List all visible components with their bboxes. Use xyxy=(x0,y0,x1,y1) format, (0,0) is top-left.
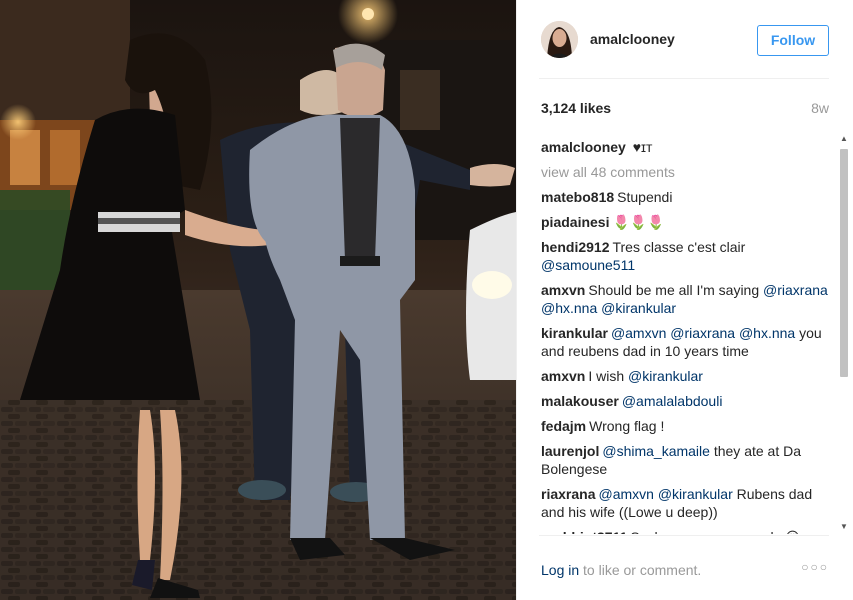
comment-username[interactable]: malakouser xyxy=(541,393,619,409)
comment-mention-link[interactable]: @kirankular xyxy=(601,300,676,316)
comment-row: riaxrana @amxvn @kirankular Rubens dad an… xyxy=(541,485,829,521)
post-header: amalclooney Follow xyxy=(539,0,829,79)
comment-username[interactable]: amxvn xyxy=(541,282,585,298)
comment-username[interactable]: piadainesi xyxy=(541,214,609,230)
comment-row: malakouser @amalalabdouli xyxy=(541,392,829,410)
comment-mention-link[interactable]: @hx.nna xyxy=(541,300,597,316)
post-side-panel: amalclooney Follow 3,124 likes 8w amalcl… xyxy=(516,0,853,600)
comment-text: I wish xyxy=(588,368,629,384)
comment-mention-link[interactable]: @amxvn xyxy=(611,325,666,341)
likes-count[interactable]: 3,124 likes xyxy=(541,100,611,116)
comment-mention-link[interactable]: @riaxrana xyxy=(670,325,735,341)
comments-section[interactable]: amalclooney ♥ɪᴛ view all 48 comments mat… xyxy=(539,129,853,534)
view-all-comments-link[interactable]: view all 48 comments xyxy=(541,163,829,181)
post-footer: Log in to like or comment. ○○○ xyxy=(539,535,829,600)
caption-username[interactable]: amalclooney xyxy=(541,139,626,155)
avatar[interactable] xyxy=(541,21,578,58)
comment-mention-link[interactable]: @amxvn xyxy=(598,486,653,502)
post-photo xyxy=(0,0,516,600)
post-timestamp[interactable]: 8w xyxy=(811,100,829,116)
comment-mention-link[interactable]: @amalalabdouli xyxy=(622,393,723,409)
follow-button[interactable]: Follow xyxy=(757,25,829,56)
post-author-username[interactable]: amalclooney xyxy=(590,31,675,47)
comment-mention-link[interactable]: @hx.nna xyxy=(739,325,795,341)
comment-username[interactable]: matebo818 xyxy=(541,189,614,205)
comment-row: fedajm Wrong flag ! xyxy=(541,417,829,435)
scrollbar-thumb[interactable] xyxy=(840,149,848,377)
comment-username[interactable]: riaxrana xyxy=(541,486,595,502)
comment-text: Tres classe c'est clair xyxy=(612,239,746,255)
comment-text: Wrong flag ! xyxy=(589,418,665,434)
comment-row: amxvn I wish @kirankular xyxy=(541,367,829,385)
comment-mention-link[interactable]: @kirankular xyxy=(658,486,733,502)
comment-username[interactable]: kirankular xyxy=(541,325,608,341)
scroll-down-arrow-icon[interactable]: ▼ xyxy=(840,523,848,531)
post-photo-illustration xyxy=(0,0,516,600)
comment-row: kirankular @amxvn @riaxrana @hx.nna you a… xyxy=(541,324,829,360)
comment-text: Such a gorgeous couple 😍 xyxy=(630,529,799,534)
post-caption: amalclooney ♥ɪᴛ xyxy=(541,138,829,156)
comment-row: matebo818 Stupendi xyxy=(541,188,829,206)
avatar-image xyxy=(541,21,578,58)
comment-text: Should be me all I'm saying xyxy=(588,282,764,298)
comment-username[interactable]: laurenjol xyxy=(541,443,599,459)
login-prompt: Log in to like or comment. xyxy=(541,562,701,578)
more-options-icon[interactable]: ○○○ xyxy=(801,560,829,574)
login-prompt-suffix: to like or comment. xyxy=(579,562,702,578)
comment-row: piadainesi 🌷🌷🌷 xyxy=(541,213,829,231)
post-meta: 3,124 likes 8w xyxy=(539,79,829,129)
comments-scrollbar[interactable]: ▲ ▼ xyxy=(838,135,850,535)
comment-mention-link[interactable]: @kirankular xyxy=(628,368,703,384)
comment-text: 🌷🌷🌷 xyxy=(612,214,665,230)
comment-row: laurenjol @shima_kamaile they ate at Da B… xyxy=(541,442,829,478)
comment-mention-link[interactable]: @samoune511 xyxy=(541,257,635,273)
comment-username[interactable]: fedajm xyxy=(541,418,586,434)
comment-mention-link[interactable]: @shima_kamaile xyxy=(602,443,710,459)
login-link[interactable]: Log in xyxy=(541,562,579,578)
comment-row: amxvn Should be me all I'm saying @riaxra… xyxy=(541,281,829,317)
comment-row: prabhjot3711Such a gorgeous couple 😍 xyxy=(541,528,829,534)
comments-list: amalclooney ♥ɪᴛ view all 48 comments mat… xyxy=(541,129,829,534)
comment-row: hendi2912 Tres classe c'est clair @samoun… xyxy=(541,238,829,274)
caption-text: ♥ɪᴛ xyxy=(632,139,653,155)
comment-text: Stupendi xyxy=(617,189,673,205)
comment-username[interactable]: prabhjot3711 xyxy=(541,529,627,534)
comment-mention-link[interactable]: @riaxrana xyxy=(763,282,828,298)
comment-username[interactable]: amxvn xyxy=(541,368,585,384)
comment-username[interactable]: hendi2912 xyxy=(541,239,609,255)
scroll-up-arrow-icon[interactable]: ▲ xyxy=(840,135,848,143)
